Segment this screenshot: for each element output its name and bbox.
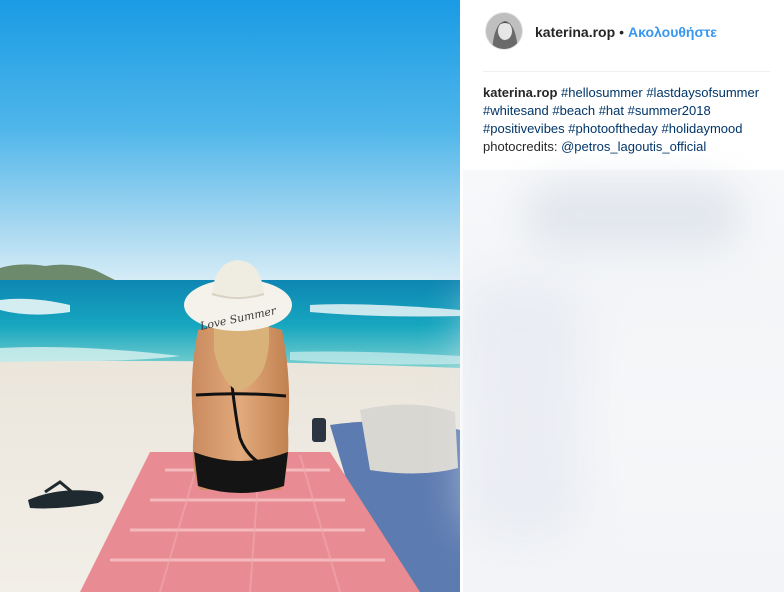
hashtag-hat[interactable]: #hat — [599, 103, 624, 118]
separator-dot: • — [619, 24, 625, 40]
header-separator — [483, 71, 770, 72]
caption-plain-text: photocredits: — [483, 139, 558, 154]
instagram-post-embed: Love Summer katerina.rop • Ακολουθήστε kat… — [0, 0, 784, 592]
caption-text: katerina.rop #hellosummer #lastdaysofsum… — [483, 84, 773, 156]
hashtag-lastdaysofsummer[interactable]: #lastdaysofsummer — [646, 85, 759, 100]
post-photo[interactable]: Love Summer — [0, 0, 460, 592]
avatar-image — [486, 13, 522, 49]
avatar[interactable] — [485, 12, 523, 50]
beach-photo-illustration: Love Summer — [0, 0, 460, 592]
caption-username[interactable]: katerina.rop — [483, 85, 557, 100]
header-text: katerina.rop • Ακολουθήστε — [535, 23, 717, 41]
blur-shape — [523, 180, 743, 250]
hashtag-photooftheday[interactable]: #photooftheday — [568, 121, 658, 136]
hashtag-positivevibes[interactable]: #positivevibes — [483, 121, 565, 136]
follow-button[interactable]: Ακολουθήστε — [628, 24, 717, 40]
post-header: katerina.rop • Ακολουθήστε — [463, 0, 784, 70]
caption-area: katerina.rop #hellosummer #lastdaysofsum… — [463, 84, 784, 172]
hashtag-hellosummer[interactable]: #hellosummer — [561, 85, 643, 100]
mention-link[interactable]: @petros_lagoutis_official — [561, 139, 706, 154]
hashtag-whitesand[interactable]: #whitesand — [483, 103, 549, 118]
username-link[interactable]: katerina.rop — [535, 24, 615, 40]
post-side-panel: katerina.rop • Ακολουθήστε katerina.rop #h… — [463, 0, 784, 592]
hashtag-beach[interactable]: #beach — [552, 103, 595, 118]
hashtag-holidaymood[interactable]: #holidaymood — [662, 121, 743, 136]
blurred-comments-area — [463, 170, 784, 592]
hashtag-summer2018[interactable]: #summer2018 — [628, 103, 711, 118]
blur-shape — [463, 280, 583, 540]
